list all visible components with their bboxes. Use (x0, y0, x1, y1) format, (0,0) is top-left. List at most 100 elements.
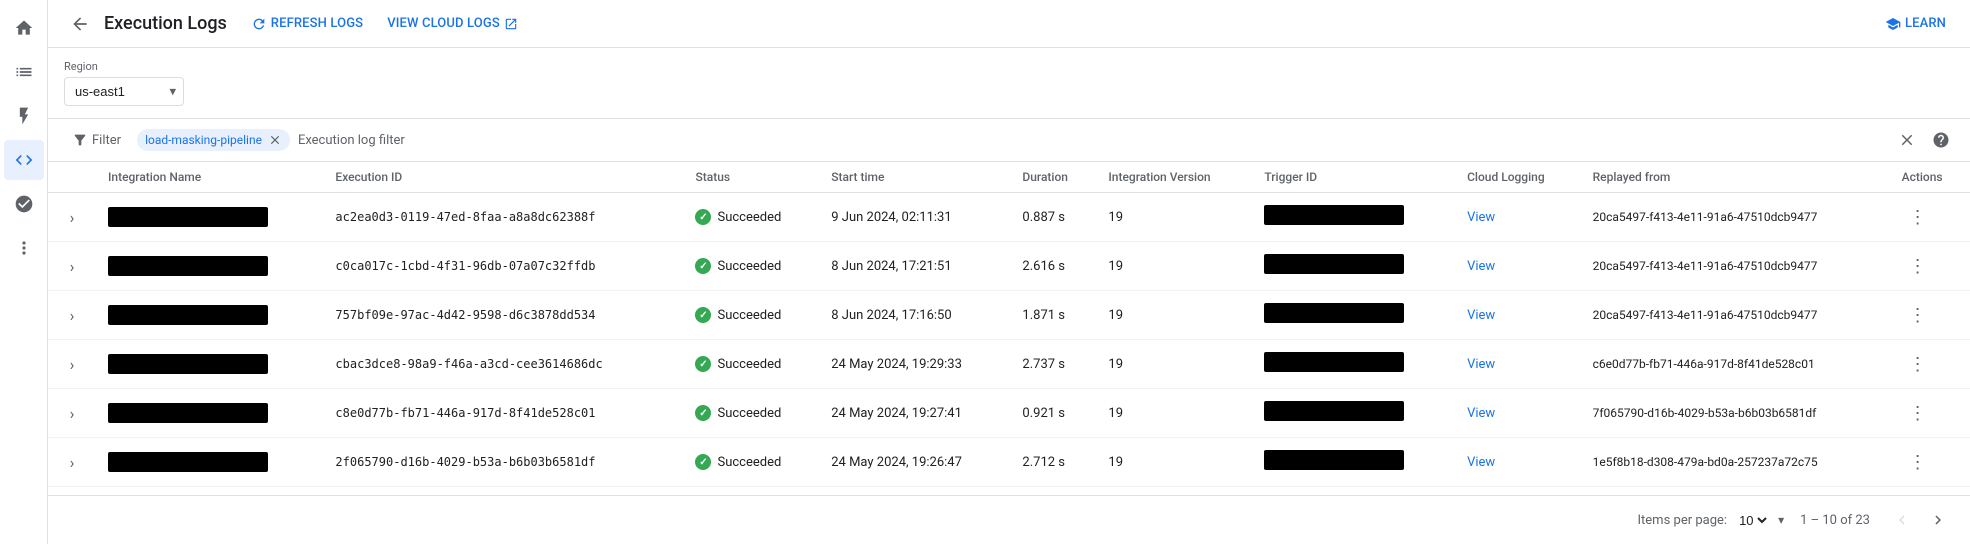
col-execution-id: Execution ID (323, 162, 683, 193)
integration-version-cell: 19 (1096, 193, 1252, 242)
refresh-logs-button[interactable]: REFRESH LOGS (243, 10, 371, 38)
execution-id-cell: c0ca017c-1cbd-4f31-96db-07a07c32ffdb (323, 242, 683, 291)
row-actions-button[interactable]: ⋮ (1902, 348, 1934, 380)
integration-name-cell (108, 207, 311, 227)
replayed-from-cell: c6e0d77b-fb71-446a-917d-8f41de528c01 (1581, 340, 1890, 389)
sidebar (0, 0, 48, 544)
integration-version-cell: 19 (1096, 389, 1252, 438)
table-row: ›1e5f8b18-d308-479a-bd0a-257237a72c75Suc… (48, 487, 1970, 496)
status-cell: Succeeded (695, 454, 807, 470)
replayed-from-value: 20ca5497-f413-4e11-91a6-47510dcb9477 (1593, 308, 1818, 322)
status-cell: Succeeded (695, 209, 807, 225)
start-time-cell: 24 May 2024, 19:24:23 (819, 487, 1010, 496)
duration-cell: 2.737 s (1010, 340, 1096, 389)
duration-cell: 2.616 s (1010, 242, 1096, 291)
status-text: Succeeded (717, 259, 781, 274)
sidebar-icon-home[interactable] (4, 8, 44, 48)
start-time-cell: 8 Jun 2024, 17:16:50 (819, 291, 1010, 340)
filter-close-button[interactable] (1894, 127, 1920, 153)
status-text: Succeeded (717, 406, 781, 421)
region-label: Region (64, 60, 1954, 73)
header: Execution Logs REFRESH LOGS VIEW CLOUD L… (48, 0, 1970, 48)
status-success-icon (695, 405, 711, 421)
per-page-chevron-icon: ▾ (1778, 513, 1784, 527)
region-select[interactable]: us-east1 us-central1 us-west1 europe-wes… (64, 77, 184, 106)
cloud-logging-view-link[interactable]: View (1467, 210, 1495, 225)
row-actions-button[interactable]: ⋮ (1902, 250, 1934, 282)
items-per-page-label: Items per page: (1638, 513, 1728, 528)
integration-name-value (108, 207, 268, 227)
col-integration-version: Integration Version (1096, 162, 1252, 193)
cloud-logging-view-link[interactable]: View (1467, 455, 1495, 470)
filter-bar: Filter load-masking-pipeline Execution l… (48, 119, 1970, 162)
prev-page-button[interactable] (1886, 504, 1918, 536)
sidebar-icon-more[interactable] (4, 228, 44, 268)
view-cloud-logs-button[interactable]: VIEW CLOUD LOGS (379, 10, 526, 37)
row-actions-button[interactable]: ⋮ (1902, 201, 1934, 233)
table-row: ›2f065790-d16b-4029-b53a-b6b03b6581dfSuc… (48, 438, 1970, 487)
filter-chip-type: Execution log filter (298, 133, 405, 148)
sidebar-icon-code[interactable] (4, 140, 44, 180)
trigger-id-value (1264, 303, 1404, 323)
integration-version-cell: 19 (1096, 291, 1252, 340)
duration-cell: 0.887 s (1010, 193, 1096, 242)
status-cell: Succeeded (695, 258, 807, 274)
trigger-id-value (1264, 254, 1404, 274)
row-expand-button[interactable]: › (60, 303, 84, 327)
status-success-icon (695, 258, 711, 274)
learn-button[interactable]: LEARN (1877, 10, 1954, 38)
per-page-select[interactable]: 5 10 25 50 (1735, 512, 1770, 529)
trigger-id-value (1264, 401, 1404, 421)
status-success-icon (695, 356, 711, 372)
back-button[interactable] (64, 8, 96, 40)
status-cell: Succeeded (695, 356, 807, 372)
replayed-from-value: c6e0d77b-fb71-446a-917d-8f41de528c01 (1593, 357, 1815, 371)
row-expand-button[interactable]: › (60, 450, 84, 474)
cloud-logging-view-link[interactable]: View (1467, 357, 1495, 372)
filter-chip-remove-button[interactable] (268, 133, 282, 147)
cloud-logging-view-link[interactable]: View (1467, 308, 1495, 323)
next-page-button[interactable] (1922, 504, 1954, 536)
sidebar-icon-settings[interactable] (4, 184, 44, 224)
row-actions-button[interactable]: ⋮ (1902, 299, 1934, 331)
filter-button[interactable]: Filter (64, 128, 129, 152)
status-text: Succeeded (717, 308, 781, 323)
row-actions-button[interactable]: ⋮ (1902, 397, 1934, 429)
replayed-from-cell: 1e5f8b18-d308-479a-bd0a-257237a72c75 (1581, 438, 1890, 487)
table-footer: Items per page: 5 10 25 50 ▾ 1 – 10 of 2… (48, 495, 1970, 544)
row-expand-button[interactable]: › (60, 352, 84, 376)
table-row: ›cbac3dce8-98a9-f46a-a3cd-cee3614686dcSu… (48, 340, 1970, 389)
integration-name-cell (108, 354, 311, 374)
duration-cell: 0.742 s (1010, 487, 1096, 496)
start-time-cell: 24 May 2024, 19:27:41 (819, 389, 1010, 438)
items-per-page: Items per page: 5 10 25 50 ▾ (1638, 512, 1785, 529)
filter-chip-label: load-masking-pipeline (145, 133, 262, 147)
col-expand (48, 162, 96, 193)
col-replayed-from: Replayed from (1581, 162, 1890, 193)
filter-chip[interactable]: load-masking-pipeline (137, 129, 290, 151)
trigger-id-value (1264, 205, 1404, 225)
page-title: Execution Logs (104, 13, 227, 34)
cloud-logging-view-link[interactable]: View (1467, 259, 1495, 274)
integration-name-cell (108, 305, 311, 325)
execution-logs-table: Integration Name Execution ID Status Sta… (48, 162, 1970, 495)
status-success-icon (695, 209, 711, 225)
duration-cell: 0.921 s (1010, 389, 1096, 438)
replayed-from-cell: 7f065790-d16b-4029-b53a-b6b03b6581df (1581, 389, 1890, 438)
filter-help-button[interactable] (1928, 127, 1954, 153)
row-expand-button[interactable]: › (60, 401, 84, 425)
row-expand-button[interactable]: › (60, 254, 84, 278)
integration-name-cell (108, 403, 311, 423)
cloud-logging-view-link[interactable]: View (1467, 406, 1495, 421)
replayed-from-cell: 20ca5497-f413-4e11-91a6-47510dcb9477 (1581, 242, 1890, 291)
sidebar-icon-list[interactable] (4, 52, 44, 92)
status-text: Succeeded (717, 455, 781, 470)
header-actions: REFRESH LOGS VIEW CLOUD LOGS (243, 10, 526, 38)
row-expand-button[interactable]: › (60, 205, 84, 229)
row-actions-button[interactable]: ⋮ (1902, 446, 1934, 478)
integration-name-cell (108, 256, 311, 276)
col-start-time: Start time (819, 162, 1010, 193)
sidebar-icon-bolt[interactable] (4, 96, 44, 136)
replayed-from-value: 1e5f8b18-d308-479a-bd0a-257237a72c75 (1593, 455, 1818, 469)
learn-label: LEARN (1905, 16, 1946, 31)
